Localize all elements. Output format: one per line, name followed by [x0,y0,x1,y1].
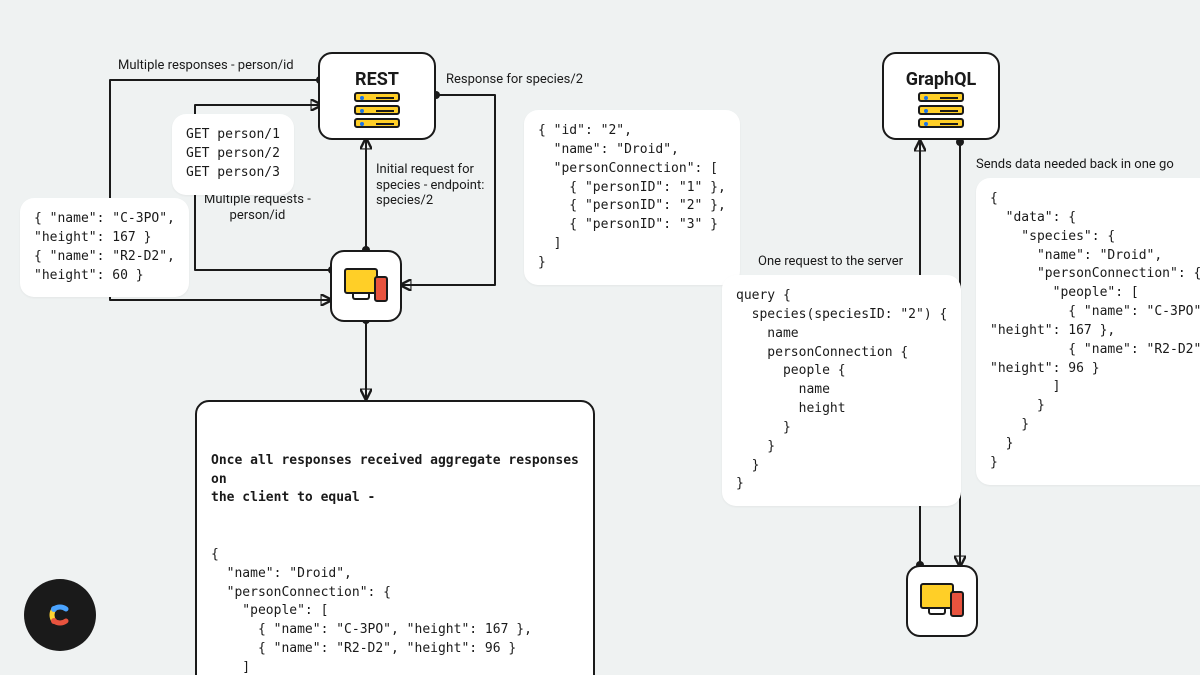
diagram-stage: REST Multiple responses - person/id Resp… [0,0,1200,675]
label-one-response: Sends data needed back in one go [976,157,1174,173]
rest-server-node: REST [318,52,436,140]
client-icon [344,268,388,304]
graphql-response: { "data": { "species": { "name": "Droid"… [976,178,1200,485]
graphql-title: GraphQL [906,69,977,90]
rest-species-response: { "id": "2", "name": "Droid", "personCon… [524,110,740,285]
label-one-request: One request to the server [758,254,903,270]
label-initial-request: Initial request for species - endpoint: … [376,162,484,209]
client-icon [920,583,964,619]
logo-icon [40,595,80,635]
label-multi-responses: Multiple responses - person/id [118,58,294,74]
server-icon [918,92,964,128]
rest-aggregate-header: Once all responses received aggregate re… [211,452,579,509]
rest-client-node [330,250,402,322]
graphql-query: query { species(speciesID: "2") { name p… [722,275,961,506]
server-icon [354,92,400,128]
graphql-client-node [906,565,978,637]
rest-title: REST [355,69,399,90]
label-response-species: Response for species/2 [446,72,583,88]
label-multi-requests: Multiple requests - person/id [204,192,311,223]
rest-aggregate-card: Once all responses received aggregate re… [195,400,595,675]
graphql-server-node: GraphQL [882,52,1000,140]
rest-get-list: GET person/1 GET person/2 GET person/3 [172,114,294,195]
rest-people-responses: { "name": "C-3PO", "height": 167 } { "na… [20,198,189,297]
rest-aggregate-body: { "name": "Droid", "personConnection": {… [211,546,579,675]
contentful-logo [24,579,96,651]
